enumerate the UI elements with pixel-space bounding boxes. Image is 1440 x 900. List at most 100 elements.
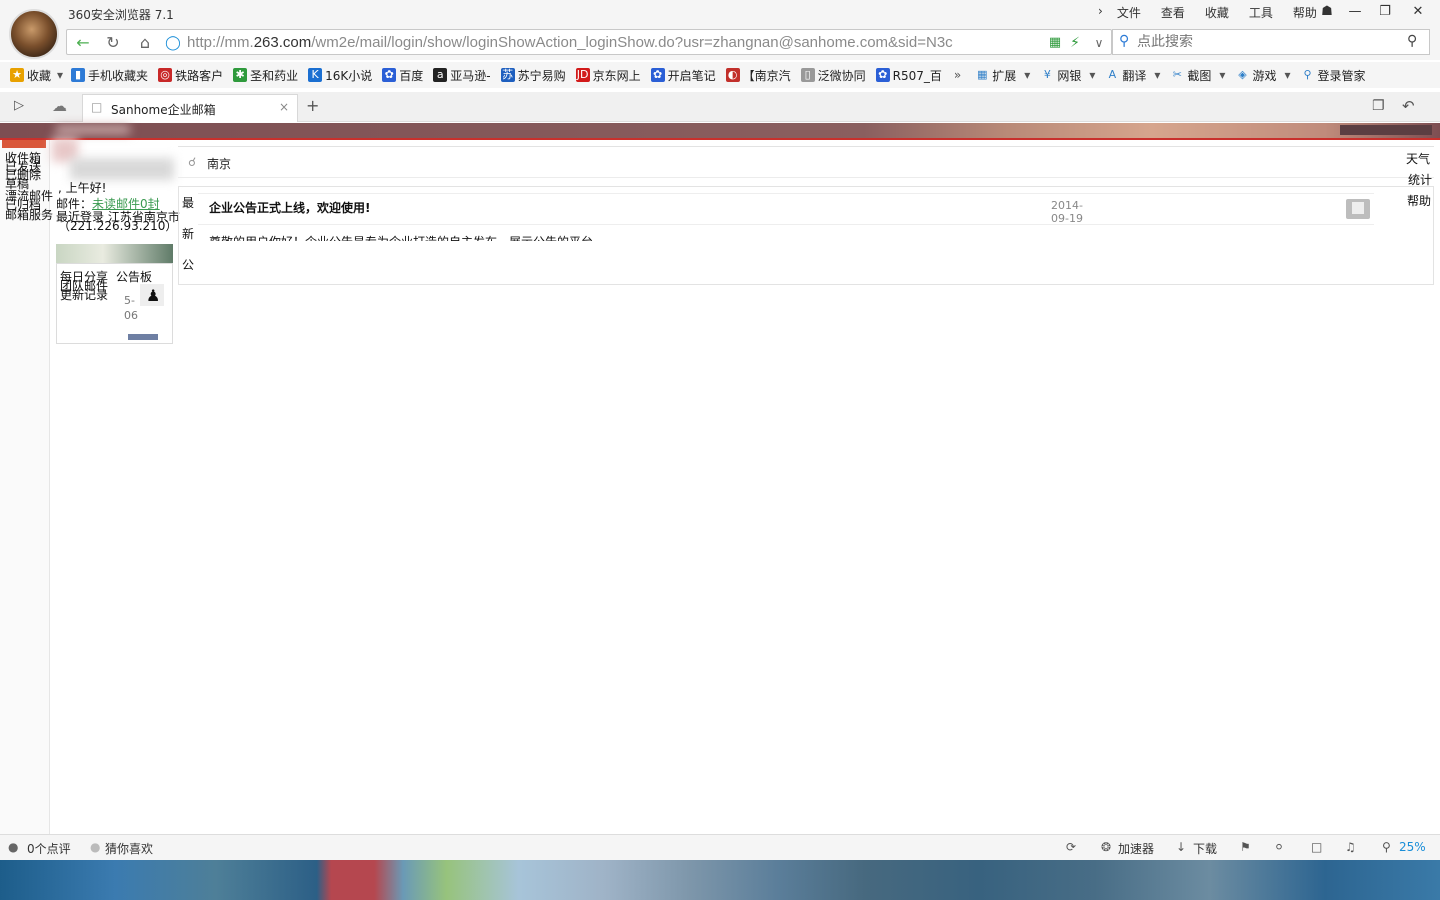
new-tab-icon[interactable]: +	[306, 96, 319, 115]
weather-link[interactable]: 天气	[1406, 150, 1430, 167]
refresh-icon[interactable]: ↻	[101, 34, 125, 52]
speed-mode-icon[interactable]: ⚡	[1063, 34, 1087, 52]
toolbar-item[interactable]: ▦ 扩展 ▾	[975, 67, 1030, 84]
login-manager-icon: ⚲	[1303, 68, 1312, 81]
bookmark-item[interactable]: ✿ R507_百	[875, 67, 942, 84]
accelerator-label[interactable]: 加速器	[1118, 840, 1154, 857]
os-taskbar[interactable]	[0, 860, 1440, 900]
bookmark-item[interactable]: 苏苏宁易购	[500, 67, 566, 84]
more-bookmarks-icon[interactable]: »	[954, 68, 961, 82]
bookmark-item[interactable]: JD 京东网上	[575, 67, 641, 84]
toolbar-item[interactable]: ◈ 游戏 ▾	[1235, 67, 1290, 84]
toolbar-label: 截图	[1187, 68, 1212, 83]
bank-icon: ¥	[1043, 68, 1051, 81]
tab-restore-icon[interactable]: ❐	[1372, 98, 1385, 114]
bookmark-item[interactable]: ✿ 百度	[382, 67, 423, 84]
close-icon[interactable]: ✕	[1405, 2, 1431, 22]
side-link-changelog[interactable]: 更新记录	[60, 286, 108, 303]
side-date-1: 5-	[124, 294, 135, 307]
volume-icon[interactable]: ♫	[1345, 840, 1356, 854]
person-icon: ♟	[140, 284, 164, 306]
zoom-level[interactable]: 25%	[1399, 840, 1426, 854]
dropdown-icon[interactable]: ▾	[1284, 68, 1290, 82]
comments-count[interactable]: 0个点评	[27, 840, 71, 857]
dropdown-icon[interactable]: ▾	[1024, 68, 1030, 82]
guess-you-like[interactable]: 猜你喜欢	[105, 840, 153, 857]
menu-favorites[interactable]: 收藏	[1195, 4, 1239, 21]
menu-tools[interactable]: 工具	[1239, 4, 1283, 21]
home-icon[interactable]: ⌂	[133, 34, 157, 52]
minimize-icon[interactable]: —	[1342, 2, 1368, 22]
title-bar: 360安全浏览器 7.1 › 文件 查看 收藏 工具 帮助 ☗ — ❐ ✕	[0, 0, 1440, 28]
download-label[interactable]: 下载	[1193, 840, 1217, 857]
bookmark-label: 京东网上	[592, 68, 641, 83]
favorites-dropdown-icon[interactable]: ▾	[57, 68, 63, 82]
toolbar-label: 网银	[1057, 68, 1082, 83]
bookmark-label: 苏宁易购	[517, 68, 566, 83]
toolbar-item[interactable]: ¥ 网银 ▾	[1040, 67, 1096, 84]
header-icon-strip[interactable]	[1340, 125, 1432, 135]
address-bar[interactable]: ← ↻ ⌂ ◯ http://mm.263.com/wm2e/mail/logi…	[66, 29, 1112, 55]
url-text[interactable]: http://mm.263.com/wm2e/mail/login/show/l…	[187, 34, 953, 51]
bookmark-item[interactable]: ▯ 泛微协同	[800, 67, 866, 84]
bookmark-label: 手机收藏夹	[88, 68, 149, 83]
side-panel-thumb	[128, 334, 158, 340]
promo-banner[interactable]	[56, 244, 173, 263]
window-icon[interactable]: □	[1311, 840, 1322, 854]
bookmark-item[interactable]: ★ 收藏	[10, 67, 51, 84]
tab-close-icon[interactable]: ×	[279, 100, 289, 114]
download-icon: ↓	[1176, 840, 1187, 854]
translate-icon: A	[1108, 68, 1117, 81]
bookmark-label: R507_百	[892, 68, 942, 83]
bookmark-item[interactable]: ▮ 手机收藏夹	[71, 67, 148, 84]
toolbar-item[interactable]: A 翻译 ▾	[1105, 67, 1161, 84]
menu-file[interactable]: 文件	[1107, 4, 1151, 21]
notice-date-year: 2014-	[1051, 199, 1083, 212]
flag-icon[interactable]: ⚑	[1240, 840, 1251, 854]
dropdown-icon[interactable]: ▾	[1154, 68, 1160, 82]
dropdown-icon[interactable]: ▾	[1219, 68, 1225, 82]
chevron-down-icon[interactable]: ∨	[1087, 34, 1111, 52]
side-tab-bulletin[interactable]: 公告板	[116, 268, 152, 285]
notice-title[interactable]: 企业公告正式上线，欢迎使用!	[209, 199, 370, 216]
blurred-username	[70, 158, 174, 180]
avatar[interactable]	[9, 9, 59, 59]
bookmark-item[interactable]: ◐ 【南京汽	[725, 67, 791, 84]
speed-icon[interactable]: ⟳	[1066, 840, 1076, 854]
bookmark-item[interactable]: K 16K小说	[308, 67, 372, 84]
menu-chevron-icon[interactable]: ›	[1094, 4, 1107, 21]
back-icon[interactable]: ←	[71, 34, 95, 52]
bookmark-item[interactable]: ✱ 圣和药业	[233, 67, 298, 84]
ie-icon[interactable]: ⚪	[1274, 840, 1284, 854]
search-engine-icon[interactable]: ⚲	[1119, 33, 1129, 49]
tab-sanhome-mail[interactable]: □ Sanhome企业邮箱 ×	[82, 94, 298, 122]
toolbar-item[interactable]: ✂ 截图 ▾	[1170, 67, 1226, 84]
railway-icon: ◎	[158, 68, 173, 82]
search-box[interactable]: ⚲ ⚲	[1112, 29, 1430, 55]
left-nav-item-service[interactable]: 邮箱服务	[5, 209, 53, 221]
game-icon: ◈	[1238, 68, 1247, 81]
page-icon: □	[91, 100, 103, 114]
bookmark-item[interactable]: ◎ 铁路客户	[158, 67, 223, 84]
city-text[interactable]: 南京	[207, 155, 231, 172]
menu-view[interactable]: 查看	[1151, 4, 1195, 21]
search-input[interactable]	[1137, 34, 1397, 50]
dropdown-icon[interactable]: ▾	[1089, 68, 1095, 82]
search-icon[interactable]: ⚲	[1407, 33, 1417, 49]
skin-icon[interactable]: ☗	[1314, 2, 1340, 22]
bookmark-item[interactable]: a 亚马逊-	[433, 67, 491, 84]
star-icon: ★	[10, 68, 24, 82]
bookmark-item[interactable]: ✿ 开启笔记	[650, 67, 716, 84]
write-mail-button[interactable]	[2, 140, 46, 148]
undo-close-icon[interactable]: ↶	[1402, 97, 1415, 115]
sidebar-toggle-icon[interactable]: ▷	[14, 98, 24, 113]
toolbar-item[interactable]: ⚲ 登录管家	[1301, 67, 1365, 84]
status-bar: ● 0个点评 ● 猜你喜欢 ⟳ ❂ 加速器 ↓ 下载 ⚑ ⚪ □ ♫ ⚲ 25%	[0, 834, 1440, 860]
cloud-icon[interactable]: ☁	[52, 97, 67, 115]
location-icon: ☌	[188, 155, 197, 169]
login-ip-text: （221.226.93.210）	[58, 219, 178, 233]
restore-icon[interactable]: ❐	[1372, 2, 1398, 22]
notice-item[interactable]	[198, 193, 1374, 225]
notice-side-label-1: 最	[182, 196, 195, 210]
notice-icon[interactable]	[1346, 199, 1370, 219]
